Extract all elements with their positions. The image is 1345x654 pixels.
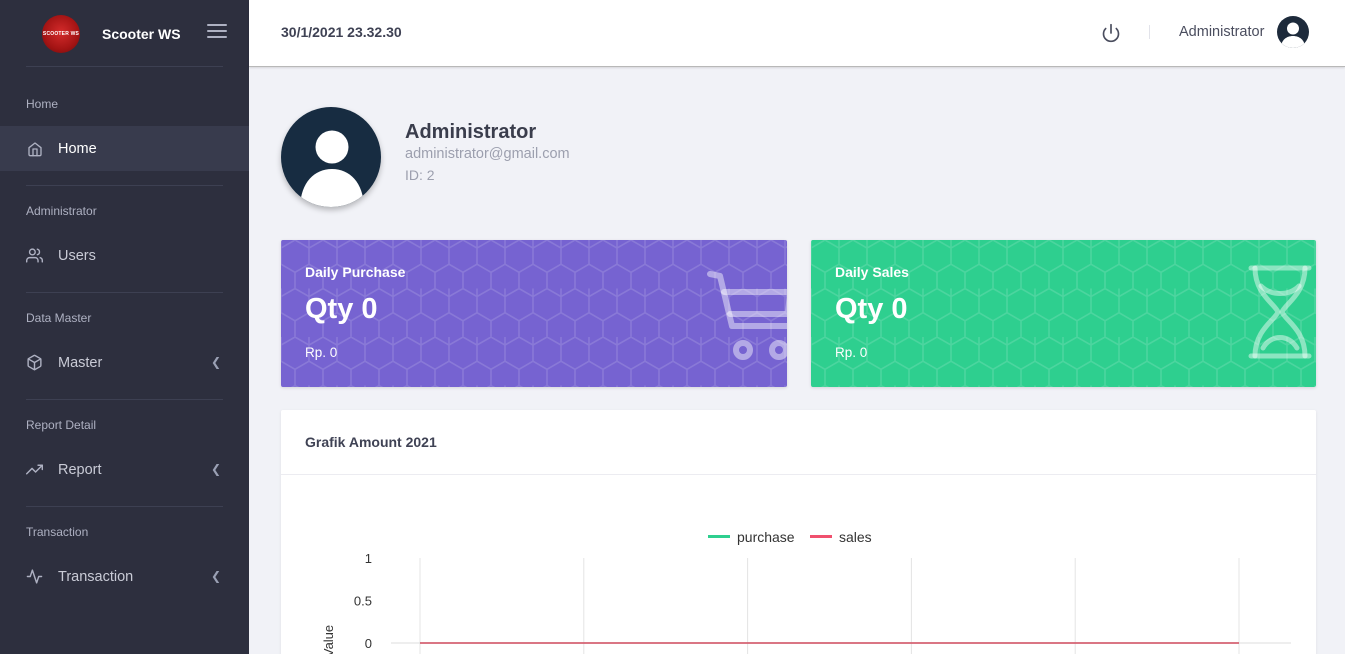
card-qty: Qty 0: [305, 293, 378, 325]
sidebar: SCOOTER WS Scooter WS Home Home Administ…: [0, 0, 249, 654]
card-title: Daily Sales: [835, 264, 909, 280]
profile-name: Administrator: [405, 121, 537, 143]
cart-icon: [707, 271, 787, 360]
home-icon: [26, 140, 43, 157]
brand: SCOOTER WS Scooter WS: [0, 0, 249, 67]
section-label-home: Home: [26, 97, 59, 111]
chart-panel: Grafik Amount 2021 purchase sales 1 0.5 0 V…: [281, 410, 1316, 654]
sidebar-item-transaction[interactable]: Transaction ❮: [0, 554, 249, 599]
sidebar-item-users[interactable]: Users: [0, 233, 249, 278]
sidebar-item-label: Master: [58, 354, 103, 371]
activity-icon: [26, 568, 43, 585]
sidebar-item-label: Users: [58, 247, 96, 264]
daily-purchase-card: Daily Purchase Qty 0 Rp. 0: [281, 240, 787, 387]
box-icon: [26, 354, 43, 371]
chevron-left-icon: ❮: [210, 355, 221, 369]
brand-name: Scooter WS: [102, 25, 181, 42]
amount-chart: purchase sales 10.50 Value: [321, 529, 1291, 654]
profile-avatar: [281, 107, 381, 207]
topbar-user-name[interactable]: Administrator: [1179, 24, 1264, 40]
section-label-data-master: Data Master: [26, 311, 92, 325]
sidebar-item-label: Home: [58, 140, 97, 157]
chart-legend: purchase sales: [708, 529, 872, 545]
brand-logo[interactable]: SCOOTER WS: [42, 14, 80, 53]
hamburger-menu-icon[interactable]: [207, 24, 227, 40]
brand-logo-text: SCOOTER WS: [42, 30, 80, 37]
sidebar-item-home[interactable]: Home: [0, 126, 249, 171]
daily-sales-card: Daily Sales Qty 0 Rp. 0: [811, 240, 1316, 387]
power-icon[interactable]: [1101, 22, 1121, 44]
profile-id: ID: 2: [405, 167, 435, 183]
divider: [26, 66, 223, 67]
section-label-transaction: Transaction: [26, 525, 89, 539]
chevron-left-icon: ❮: [210, 462, 221, 476]
avatar[interactable]: [1277, 16, 1309, 48]
y-axis-label: Value: [321, 625, 336, 654]
y-tick-label: 0.5: [354, 594, 372, 609]
chart-y-ticks: 10.50: [354, 551, 372, 651]
trending-up-icon: [26, 461, 43, 478]
sidebar-item-label: Report: [58, 461, 102, 478]
card-amount: Rp. 0: [835, 345, 868, 360]
legend-label[interactable]: purchase: [737, 529, 795, 545]
section-label-report-detail: Report Detail: [26, 418, 97, 432]
hourglass-icon: [1248, 265, 1312, 359]
legend-swatch: [708, 535, 730, 538]
legend-swatch: [810, 535, 832, 538]
chevron-left-icon: ❮: [210, 569, 221, 583]
divider: [1149, 25, 1150, 39]
legend-label[interactable]: sales: [839, 529, 872, 545]
profile-email: administrator@gmail.com: [405, 146, 570, 162]
card-qty: Qty 0: [835, 293, 908, 325]
sidebar-item-label: Transaction: [58, 568, 134, 585]
y-tick-label: 0: [365, 636, 372, 651]
card-title: Daily Purchase: [305, 264, 406, 280]
section-label-administrator: Administrator: [26, 204, 97, 218]
topbar: 30/1/2021 23.32.30 Administrator: [249, 0, 1345, 67]
datetime: 30/1/2021 23.32.30: [281, 24, 402, 40]
chart-grid: [391, 558, 1291, 654]
sidebar-item-master[interactable]: Master ❮: [0, 340, 249, 385]
y-tick-label: 1: [365, 551, 372, 566]
sidebar-item-report[interactable]: Report ❮: [0, 447, 249, 492]
card-amount: Rp. 0: [305, 345, 338, 360]
users-icon: [26, 247, 43, 264]
